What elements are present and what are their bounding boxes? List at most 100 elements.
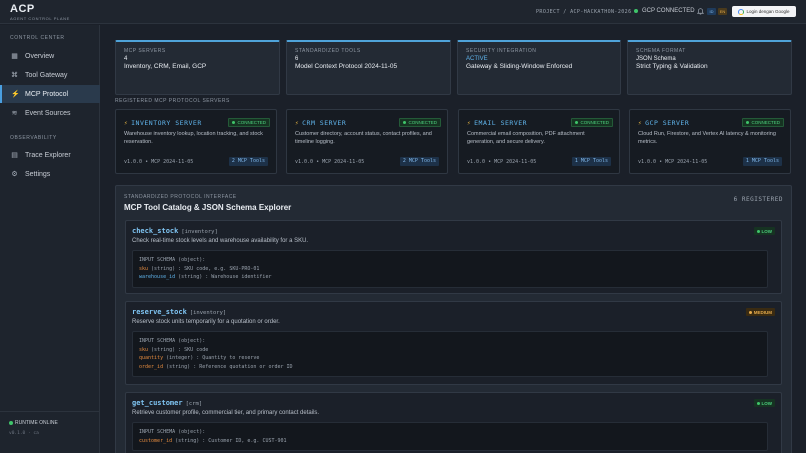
status-badge: CONNECTED <box>399 118 441 127</box>
login-label: Login dengan Google <box>746 9 790 14</box>
stat-desc: Inventory, CRM, Email, GCP <box>124 63 207 70</box>
brand-subtitle: AGENT CONTROL PLANE <box>10 16 70 21</box>
stat-desc: Model Context Protocol 2024-11-05 <box>295 63 398 70</box>
tool-card-reserve-stock[interactable]: reserve_stock [inventory] MEDIUM Reserve … <box>125 301 782 385</box>
status-dot-icon <box>746 121 750 124</box>
google-login-button[interactable]: Login dengan Google <box>732 6 796 17</box>
server-desc: Customer directory, account status, cont… <box>295 131 432 145</box>
risk-dot-icon <box>748 310 752 314</box>
server-version: v1.0.0 • MCP 2024-11-05 <box>638 159 708 165</box>
tool-desc: Check real-time stock levels and warehou… <box>132 238 309 244</box>
risk-badge: MEDIUM <box>745 308 775 316</box>
bolt-icon: ⚡ <box>11 91 20 98</box>
stat-card-mcp-servers: MCP SERVERS 4 Inventory, CRM, Email, GCP <box>115 40 280 95</box>
schema-param: warehouse_id (string) : Warehouse identi… <box>139 273 761 282</box>
bell-icon[interactable] <box>697 8 704 15</box>
tool-name-text: get_customer <box>132 399 183 407</box>
schema-block: INPUT SCHEMA (object): customer_id (stri… <box>132 422 768 451</box>
status-dot-icon <box>9 421 13 425</box>
param-type: (string) : Warehouse identifier <box>178 274 272 280</box>
sidebar-item-settings[interactable]: ⚙ Settings <box>0 165 100 183</box>
server-version: v1.0.0 • MCP 2024-11-05 <box>467 159 537 165</box>
sidebar: CONTROL CENTER ▦ Overview ⌘ Tool Gateway… <box>0 25 100 453</box>
lang-en-button[interactable]: EN <box>718 8 727 15</box>
stat-value: JSON Schema <box>636 56 676 62</box>
server-card-gcp[interactable]: ⚡ GCP SERVER CONNECTED Cloud Run, Firest… <box>629 109 791 174</box>
server-tools-badge[interactable]: 1 MCP Tools <box>742 157 782 166</box>
param-name: sku <box>139 265 149 272</box>
schema-block: INPUT SCHEMA (object): sku (string) : SK… <box>132 250 768 288</box>
sidebar-item-tool-gateway[interactable]: ⌘ Tool Gateway <box>0 66 100 84</box>
sidebar-heading-control: CONTROL CENTER <box>10 35 65 41</box>
server-card-inventory[interactable]: ⚡ INVENTORY SERVER CONNECTED Warehouse i… <box>115 109 277 174</box>
bolt-icon: ⚡ <box>124 119 129 127</box>
status-badge: CONNECTED <box>228 118 270 127</box>
server-name: EMAIL SERVER <box>474 119 528 127</box>
lang-id-button[interactable]: ID <box>707 8 716 15</box>
server-card-email[interactable]: ⚡ EMAIL SERVER CONNECTED Commercial emai… <box>458 109 620 174</box>
risk-dot-icon <box>756 229 760 233</box>
sidebar-item-mcp-protocol[interactable]: ⚡ MCP Protocol <box>0 85 100 103</box>
param-type: (string) : SKU code, e.g. SKU-PRO-01 <box>151 265 260 272</box>
runtime-status: RUNTIME ONLINE <box>9 420 58 426</box>
trace-icon: ▤ <box>11 152 18 159</box>
sidebar-item-trace-explorer[interactable]: ▤ Trace Explorer <box>0 146 100 164</box>
sidebar-item-overview[interactable]: ▦ Overview <box>0 47 100 65</box>
sidebar-item-label: Trace Explorer <box>25 151 71 159</box>
server-card-crm[interactable]: ⚡ CRM SERVER CONNECTED Customer director… <box>286 109 448 174</box>
param-name: warehouse_id <box>139 274 176 280</box>
servers-section-heading: REGISTERED MCP PROTOCOL SERVERS <box>115 98 230 104</box>
schema-param: customer_id (string) : Customer ID, e.g.… <box>139 437 761 446</box>
server-tools-badge[interactable]: 2 MCP Tools <box>228 157 268 166</box>
schema-param: sku (string) : SKU code, e.g. SKU-PRO-01 <box>139 265 761 274</box>
risk-badge: LOW <box>753 227 775 235</box>
catalog-title: MCP Tool Catalog & JSON Schema Explorer <box>124 203 292 212</box>
stat-value: ACTIVE <box>466 56 488 62</box>
status-dot-icon <box>232 121 236 124</box>
tool-name-text: reserve_stock <box>132 308 187 316</box>
sidebar-footer-divider <box>0 411 100 412</box>
stat-label: SCHEMA FORMAT <box>636 48 686 54</box>
risk-label: MEDIUM <box>753 309 772 315</box>
schema-param: order_id (string) : Reference quotation … <box>139 363 761 372</box>
brand[interactable]: ACP AGENT CONTROL PLANE <box>10 4 70 22</box>
sidebar-item-event-sources[interactable]: ≋ Event Sources <box>0 104 100 122</box>
catalog-label: STANDARDIZED PROTOCOL INTERFACE <box>124 194 237 200</box>
risk-dot-icon <box>756 401 760 405</box>
stat-value: 6 <box>295 56 299 62</box>
schema-header: INPUT SCHEMA (object): <box>139 257 206 263</box>
status-badge: CONNECTED <box>742 118 784 127</box>
schema-header: INPUT SCHEMA (object): <box>139 338 206 344</box>
server-desc: Warehouse inventory lookup, location tra… <box>124 131 263 145</box>
schema-param: sku (string) : SKU code <box>139 346 761 355</box>
tool-card-check-stock[interactable]: check_stock [inventory] LOW Check real-ti… <box>125 220 782 294</box>
server-tools-badge[interactable]: 2 MCP Tools <box>399 157 439 166</box>
waves-icon: ≋ <box>11 110 18 117</box>
server-tools-badge[interactable]: 1 MCP Tools <box>571 157 611 166</box>
status-dot-icon <box>634 9 638 13</box>
server-name: CRM SERVER <box>302 119 347 127</box>
stat-card-security: SECURITY INTEGRATION ACTIVE Gateway & Sl… <box>457 40 621 95</box>
tool-category: [inventory] <box>189 310 227 316</box>
top-bar: ACP AGENT CONTROL PLANE PROJECT / ACP-HA… <box>0 0 806 24</box>
schema-header: INPUT SCHEMA (object): <box>139 429 206 435</box>
status-dot-icon <box>575 121 579 124</box>
status-badge-label: CONNECTED <box>751 120 780 125</box>
param-type: (string) : SKU code <box>151 346 209 353</box>
param-type: (string) : Reference quotation or order … <box>166 363 293 370</box>
tool-desc: Retrieve customer profile, commercial ti… <box>132 410 320 416</box>
grid-icon: ▦ <box>11 53 18 60</box>
server-title: ⚡ CRM SERVER <box>295 119 346 127</box>
sidebar-item-label: Tool Gateway <box>25 71 68 79</box>
gcp-status-label: GCP CONNECTED <box>642 8 695 14</box>
tool-category: [inventory] <box>181 229 218 235</box>
server-title: ⚡ INVENTORY SERVER <box>124 119 202 127</box>
tool-name-text: check_stock <box>132 227 179 235</box>
tool-card-get-customer[interactable]: get_customer [crm] LOW Retrieve customer … <box>125 392 782 453</box>
stat-desc: Gateway & Sliding-Window Enforced <box>466 63 573 70</box>
param-name: customer_id <box>139 437 173 444</box>
server-title: ⚡ GCP SERVER <box>638 119 689 127</box>
param-name: order_id <box>139 363 164 370</box>
sidebar-heading-observability: OBSERVABILITY <box>10 135 57 141</box>
param-type: (string) : Customer ID, e.g. CUST-901 <box>175 437 287 444</box>
